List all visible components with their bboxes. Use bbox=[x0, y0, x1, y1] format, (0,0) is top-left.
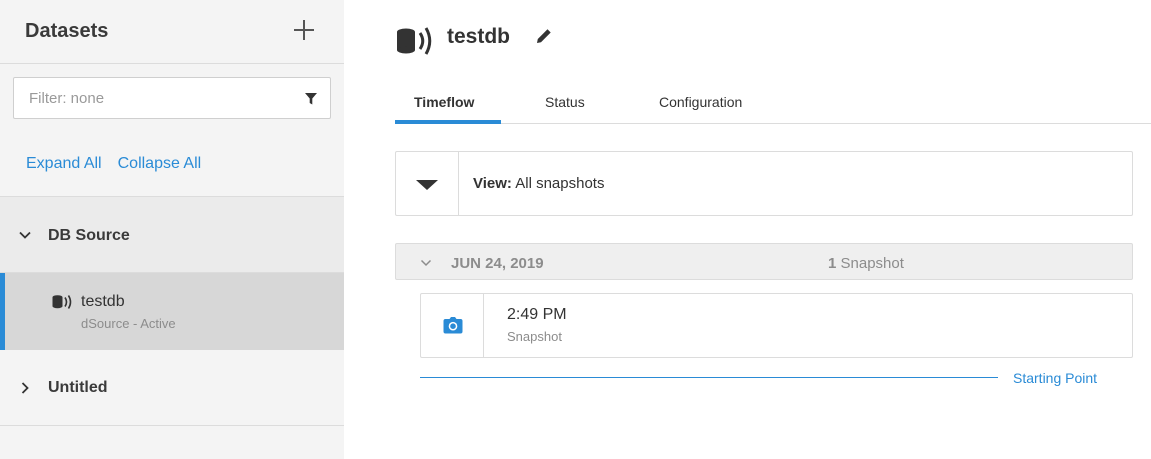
sidebar-header: Datasets bbox=[0, 0, 344, 64]
filter-icon[interactable] bbox=[304, 92, 318, 106]
chevron-down-icon bbox=[19, 231, 31, 239]
page-title: testdb bbox=[447, 25, 510, 48]
tab-timeflow[interactable]: Timeflow bbox=[414, 94, 474, 110]
add-dataset-button[interactable] bbox=[290, 16, 318, 44]
pencil-icon[interactable] bbox=[534, 26, 554, 46]
dataset-item-testdb[interactable]: testdb dSource - Active bbox=[0, 273, 344, 350]
view-filter: View: All snapshots bbox=[395, 151, 1133, 216]
date-group-header[interactable]: JUN 24, 2019 1 Snapshot bbox=[395, 243, 1133, 280]
chevron-down-icon bbox=[420, 259, 432, 267]
snapshot-card[interactable]: 2:49 PM Snapshot bbox=[420, 293, 1133, 358]
sidebar: Datasets Expand All Collapse All DB Sourc… bbox=[0, 0, 344, 459]
snapshot-count-number: 1 bbox=[828, 255, 837, 272]
filter-input[interactable] bbox=[14, 78, 294, 118]
selected-indicator bbox=[0, 273, 5, 350]
dataset-status: dSource - Active bbox=[81, 316, 176, 331]
date-label: JUN 24, 2019 bbox=[451, 255, 544, 272]
dataset-name: testdb bbox=[81, 293, 125, 310]
starting-point-line bbox=[420, 377, 998, 378]
starting-point-label[interactable]: Starting Point bbox=[1013, 370, 1097, 386]
main-panel: testdb Timeflow Status Configuration Vie… bbox=[344, 0, 1151, 459]
view-selection: View: All snapshots bbox=[473, 175, 604, 192]
chevron-right-icon bbox=[21, 382, 29, 394]
view-dropdown-button[interactable] bbox=[396, 152, 459, 215]
camera-icon bbox=[443, 317, 463, 334]
collapse-all-link[interactable]: Collapse All bbox=[118, 155, 202, 172]
expand-all-link[interactable]: Expand All bbox=[26, 155, 102, 172]
filter-field[interactable] bbox=[13, 77, 331, 119]
database-broadcast-icon bbox=[397, 27, 432, 55]
snapshot-time: 2:49 PM bbox=[507, 306, 567, 323]
caret-down-icon bbox=[416, 180, 438, 190]
snapshot-icon-cell bbox=[421, 294, 484, 357]
group-label: DB Source bbox=[48, 227, 130, 244]
snapshot-type: Snapshot bbox=[507, 329, 562, 344]
snapshot-count-label: Snapshot bbox=[840, 255, 904, 272]
tab-status[interactable]: Status bbox=[545, 94, 585, 110]
snapshot-count: 1 Snapshot bbox=[828, 255, 904, 272]
group-db-source[interactable]: DB Source bbox=[0, 196, 344, 273]
expand-collapse-row: Expand All Collapse All bbox=[26, 155, 201, 173]
view-prefix: View: bbox=[473, 175, 512, 192]
active-tab-indicator bbox=[395, 120, 501, 124]
group-label: Untitled bbox=[48, 379, 108, 396]
group-untitled[interactable]: Untitled bbox=[0, 350, 344, 426]
tab-configuration[interactable]: Configuration bbox=[659, 94, 742, 110]
view-value: All snapshots bbox=[515, 175, 605, 192]
sidebar-title: Datasets bbox=[25, 20, 109, 42]
database-broadcast-icon bbox=[52, 295, 72, 309]
tab-bar: Timeflow Status Configuration bbox=[395, 90, 1151, 124]
